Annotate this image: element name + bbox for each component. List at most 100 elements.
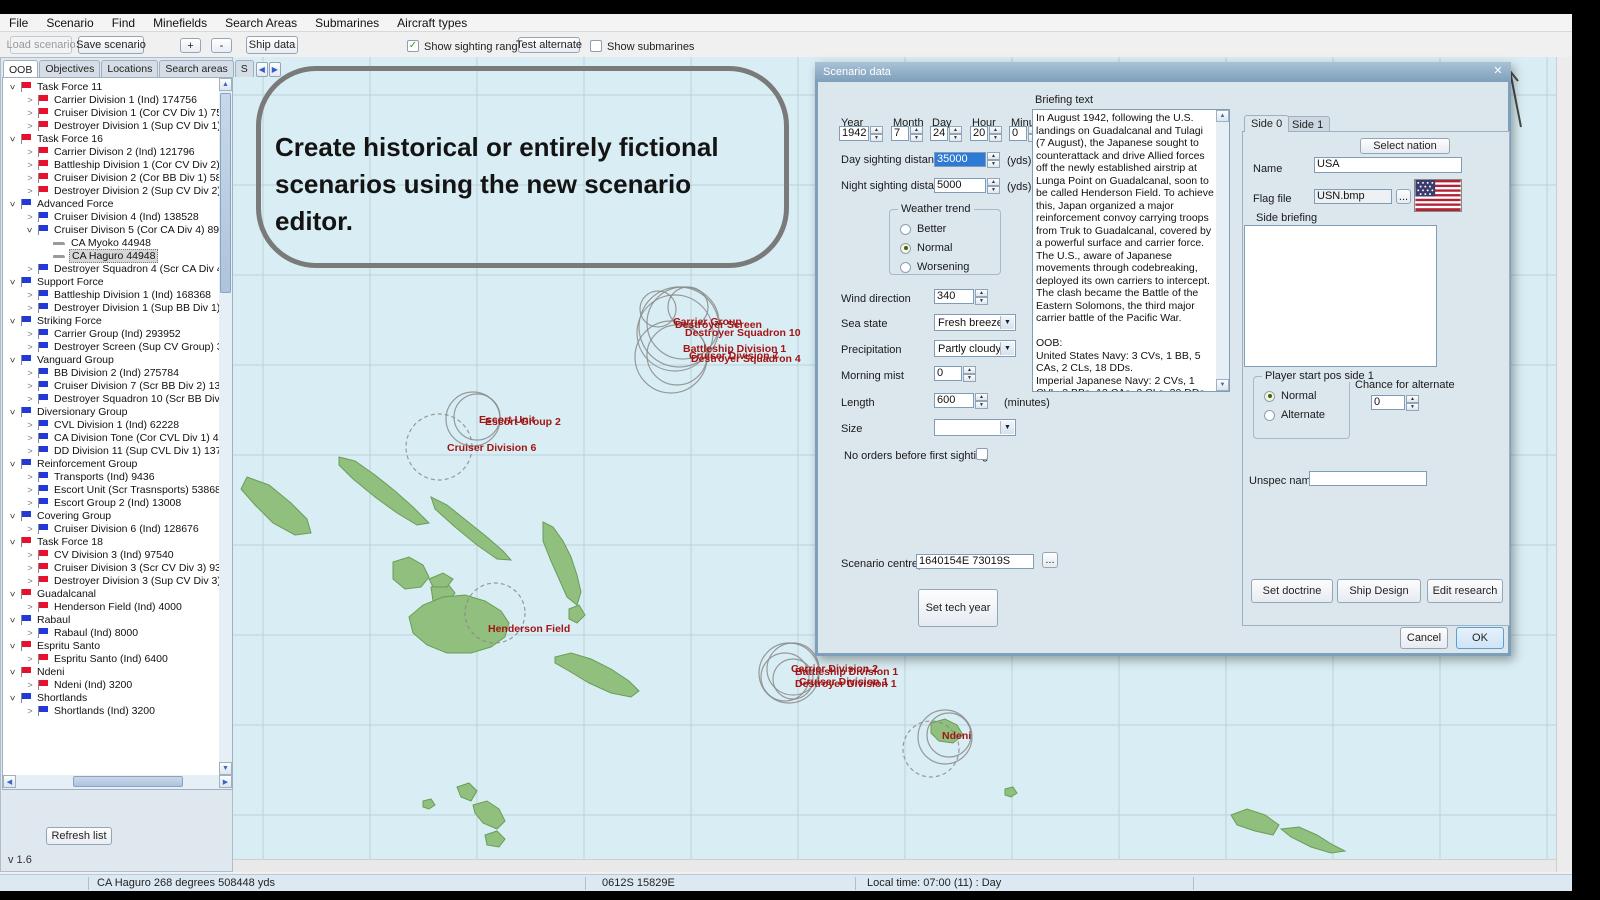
tree-item[interactable]: Battleship Division 1 (Cor CV Div 2) 178… bbox=[3, 158, 219, 171]
tree-item[interactable]: Vanguard Group bbox=[3, 353, 219, 366]
wind-direction-input[interactable]: 340 bbox=[934, 289, 974, 304]
tree-expander-icon[interactable] bbox=[24, 524, 36, 534]
tree-item[interactable]: CA Haguro 44948 bbox=[3, 249, 219, 262]
tree-hscrollbar[interactable]: ◀ ▶ bbox=[3, 775, 232, 789]
show-submarines-checkbox[interactable] bbox=[590, 40, 602, 52]
tree-expander-icon[interactable] bbox=[24, 173, 36, 183]
tree-item[interactable]: Destroyer Division 2 (Sup CV Div 2) 3435… bbox=[3, 184, 219, 197]
tree-expander-icon[interactable] bbox=[24, 121, 36, 131]
tree-item[interactable]: CVL Division 1 (Ind) 62228 bbox=[3, 418, 219, 431]
vscroll-thumb[interactable] bbox=[220, 93, 231, 293]
tree-expander-icon[interactable] bbox=[7, 277, 19, 287]
tree-expander-icon[interactable] bbox=[7, 511, 19, 521]
tree-expander-icon[interactable] bbox=[24, 264, 36, 274]
tree-expander-icon[interactable] bbox=[24, 433, 36, 443]
tree-item[interactable]: CV Division 3 (Ind) 97540 bbox=[3, 548, 219, 561]
panel-tab[interactable]: S bbox=[235, 60, 254, 77]
tree-item[interactable]: Escort Unit (Scr Trasnsports) 53868 bbox=[3, 483, 219, 496]
ship-data-button[interactable]: Ship data bbox=[246, 36, 298, 54]
tree-expander-icon[interactable] bbox=[24, 303, 36, 313]
tree-item[interactable]: Destroyer Division 3 (Sup CV Div 3) 4713… bbox=[3, 574, 219, 587]
map-unit-label[interactable]: Escort Group 2 bbox=[485, 416, 561, 428]
tree-expander-icon[interactable] bbox=[7, 316, 19, 326]
player-start-option[interactable]: Normal bbox=[1264, 390, 1316, 402]
tree-item[interactable]: Carrier Group (Ind) 293952 bbox=[3, 327, 219, 340]
tree-expander-icon[interactable] bbox=[24, 147, 36, 157]
show-sighting-range-checkbox[interactable] bbox=[407, 40, 419, 52]
set-doctrine-button[interactable]: Set doctrine bbox=[1251, 579, 1333, 603]
tree-expander-icon[interactable] bbox=[24, 394, 36, 404]
centrepoint-input[interactable]: 1640154E 73019S bbox=[916, 554, 1034, 569]
panel-tab[interactable]: Locations bbox=[101, 60, 158, 77]
tree-expander-icon[interactable] bbox=[7, 199, 19, 209]
tree-expander-icon[interactable] bbox=[7, 355, 19, 365]
tree-expander-icon[interactable] bbox=[7, 134, 19, 144]
flag-browse-button[interactable]: ... bbox=[1396, 189, 1411, 204]
scroll-left-icon[interactable]: ◀ bbox=[3, 775, 16, 788]
tree-item[interactable]: Escort Group 2 (Ind) 13008 bbox=[3, 496, 219, 509]
zoom-in-button[interactable]: + bbox=[180, 38, 201, 53]
hour-input[interactable]: 20 bbox=[970, 126, 988, 141]
panel-tab[interactable]: Objectives bbox=[39, 60, 100, 77]
tree-expander-icon[interactable] bbox=[7, 459, 19, 469]
scroll-down-icon[interactable]: ▼ bbox=[219, 762, 232, 775]
close-icon[interactable]: ✕ bbox=[1490, 63, 1506, 78]
scroll-right-icon[interactable]: ▶ bbox=[219, 775, 232, 788]
tree-item[interactable]: DD Division 11 (Sup CVL Div 1) 13752 bbox=[3, 444, 219, 457]
tree-item[interactable]: Shortlands bbox=[3, 691, 219, 704]
unspec-name-input[interactable] bbox=[1309, 471, 1427, 486]
side-briefing-textarea[interactable] bbox=[1244, 225, 1437, 367]
tree-expander-icon[interactable] bbox=[24, 446, 36, 456]
year-input[interactable]: 1942 bbox=[839, 126, 869, 141]
tree-item[interactable]: Reinforcement Group bbox=[3, 457, 219, 470]
tree-expander-icon[interactable] bbox=[7, 589, 19, 599]
menu-item[interactable]: Minefields bbox=[144, 14, 216, 31]
centrepoint-browse-button[interactable]: ... bbox=[1042, 552, 1058, 568]
year-spinner[interactable]: ▲▼ bbox=[870, 126, 883, 141]
tree-item[interactable]: Transports (Ind) 9436 bbox=[3, 470, 219, 483]
tree-item[interactable]: Henderson Field (Ind) 4000 bbox=[3, 600, 219, 613]
tree-expander-icon[interactable] bbox=[24, 368, 36, 378]
tree-item[interactable]: Guadalcanal bbox=[3, 587, 219, 600]
tree-expander-icon[interactable] bbox=[24, 654, 36, 664]
day-sighting-input[interactable]: 35000 bbox=[934, 152, 986, 167]
tree-item[interactable]: Destroyer Screen (Sup CV Group) 39832 bbox=[3, 340, 219, 353]
tree-item[interactable]: Rabaul bbox=[3, 613, 219, 626]
hscroll-thumb[interactable] bbox=[73, 776, 183, 787]
tree-expander-icon[interactable] bbox=[24, 576, 36, 586]
map-unit-label[interactable]: Ndeni bbox=[942, 730, 971, 742]
tree-item[interactable]: Ndeni bbox=[3, 665, 219, 678]
tree-expander-icon[interactable] bbox=[24, 342, 36, 352]
chance-alternate-spinner[interactable]: ▲▼ bbox=[1406, 395, 1419, 410]
tree-item[interactable]: Destroyer Division 1 (Sup CV Div 1) 3156… bbox=[3, 119, 219, 132]
tree-item[interactable]: Shortlands (Ind) 3200 bbox=[3, 704, 219, 717]
panel-tab[interactable]: Search areas bbox=[159, 60, 233, 77]
tab-scroll-left-icon[interactable]: ◀ bbox=[256, 62, 268, 77]
tab-side-0[interactable]: Side 0 bbox=[1244, 115, 1289, 132]
map-horizontal-scrollbar[interactable] bbox=[233, 859, 1556, 872]
edit-research-button[interactable]: Edit research bbox=[1427, 579, 1503, 603]
tree-item[interactable]: CA Myoko 44948 bbox=[3, 236, 219, 249]
tree-expander-icon[interactable] bbox=[24, 95, 36, 105]
scroll-up-icon[interactable]: ▲ bbox=[1216, 110, 1229, 122]
tree-expander-icon[interactable] bbox=[7, 693, 19, 703]
set-tech-year-button[interactable]: Set tech year bbox=[918, 589, 998, 627]
menu-item[interactable]: Scenario bbox=[37, 14, 102, 31]
map-unit-label[interactable]: Henderson Field bbox=[488, 623, 570, 635]
tree-item[interactable]: Task Force 16 bbox=[3, 132, 219, 145]
tree-expander-icon[interactable] bbox=[24, 420, 36, 430]
tree-item[interactable]: Covering Group bbox=[3, 509, 219, 522]
dialog-title-bar[interactable]: Scenario data ✕ bbox=[815, 62, 1511, 82]
menu-item[interactable]: Submarines bbox=[306, 14, 388, 31]
tree-expander-icon[interactable] bbox=[24, 550, 36, 560]
weather-option[interactable]: Worsening bbox=[900, 261, 969, 273]
tree-expander-icon[interactable] bbox=[24, 290, 36, 300]
tree-item[interactable]: Cruiser Division 3 (Scr CV Div 3) 93304 bbox=[3, 561, 219, 574]
precipitation-select[interactable]: Partly cloudy ▼ bbox=[934, 340, 1016, 357]
day-spinner[interactable]: ▲▼ bbox=[949, 126, 962, 141]
tree-item[interactable]: BB Division 2 (Ind) 275784 bbox=[3, 366, 219, 379]
menu-item[interactable]: Find bbox=[103, 14, 144, 31]
briefing-scrollbar[interactable]: ▲ ▼ bbox=[1216, 110, 1229, 391]
tree-expander-icon[interactable] bbox=[7, 667, 19, 677]
tree-item[interactable]: CA Division Tone (Cor CVL Div 1) 46612 bbox=[3, 431, 219, 444]
